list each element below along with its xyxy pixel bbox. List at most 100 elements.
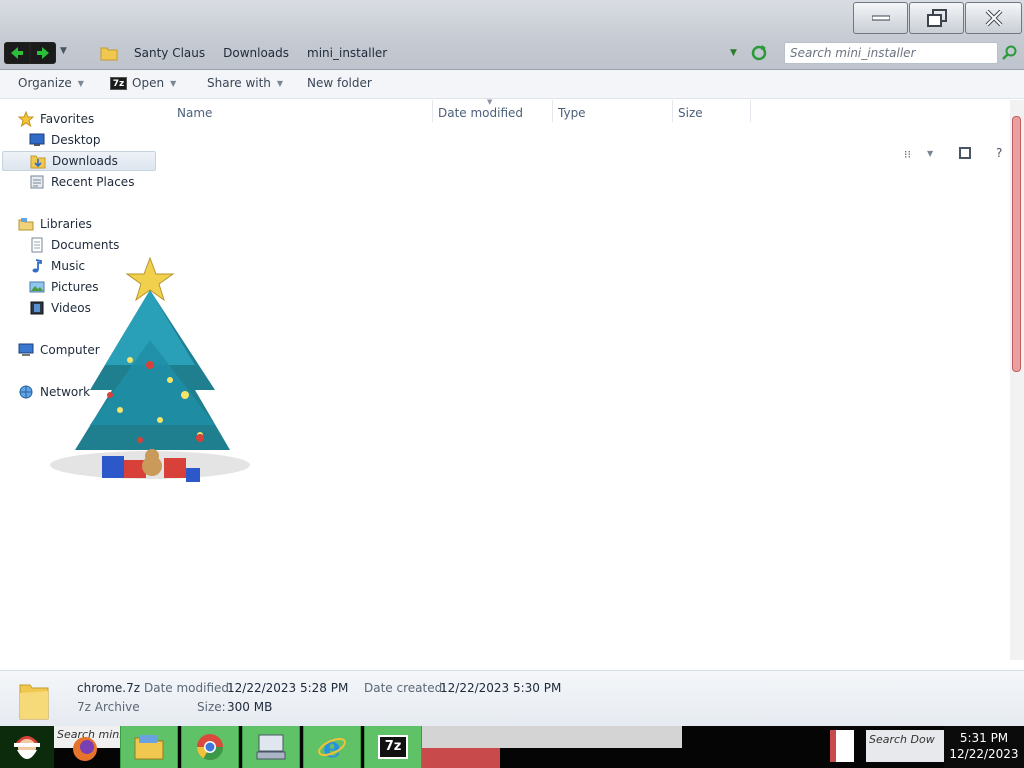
nav-recent-places[interactable]: Recent Places	[29, 172, 134, 192]
address-history-dropdown[interactable]: ▼	[730, 48, 737, 58]
svg-text:e: e	[323, 732, 341, 762]
breadcrumb-mini-installer[interactable]: mini_installer	[301, 43, 393, 63]
command-bar: Organize ▼ 7z Open ▼ Share with ▼ New folde…	[0, 70, 1024, 161]
forward-arrow-icon	[37, 47, 49, 59]
system-clock[interactable]: 5:31 PM 12/22/2023	[944, 726, 1024, 768]
nav-downloads[interactable]: Downloads	[2, 151, 156, 171]
column-divider[interactable]	[552, 100, 553, 122]
taskbar-empty-area	[422, 748, 500, 768]
refresh-icon[interactable]	[750, 44, 768, 62]
share-with-label: Share with	[207, 76, 271, 90]
share-with-button[interactable]: Share with ▼	[207, 76, 283, 90]
breadcrumb-downloads[interactable]: Downloads	[217, 43, 295, 63]
open-label: Open	[132, 76, 165, 90]
taskbar-internet-explorer[interactable]: e	[303, 726, 361, 768]
recent-pages-dropdown[interactable]: ▼	[60, 46, 72, 58]
back-button[interactable]	[4, 42, 30, 64]
sort-indicator-icon: ▼	[487, 98, 493, 106]
chevron-down-icon: ▼	[170, 78, 177, 88]
tray-item[interactable]	[830, 730, 854, 762]
archive-file-icon	[19, 684, 49, 720]
search-icon[interactable]	[1002, 45, 1018, 61]
vertical-scrollbar[interactable]	[1010, 100, 1024, 660]
firefox-icon[interactable]	[70, 734, 100, 764]
chrome-icon	[196, 734, 224, 761]
7z-icon: 7z	[378, 735, 408, 759]
scrollbar-thumb[interactable]	[1012, 116, 1021, 372]
taskbar: Search mini e 7z Search Dow 5:31 PM 12/2…	[0, 726, 1024, 768]
taskbar-explorer[interactable]	[120, 726, 178, 768]
date-created-value: 12/22/2023 5:30 PM	[440, 681, 562, 695]
organize-label: Organize	[18, 76, 72, 90]
chevron-down-icon: ▼	[276, 78, 284, 88]
forward-button[interactable]	[30, 42, 56, 64]
nav-label: Downloads	[52, 154, 118, 168]
taskbar-chrome[interactable]	[181, 726, 239, 768]
desktop-icon	[29, 133, 45, 146]
chevron-down-icon: ▼	[77, 78, 84, 88]
column-size[interactable]: Size	[678, 106, 703, 120]
column-divider[interactable]	[672, 100, 673, 122]
new-folder-button[interactable]: New folder	[307, 76, 372, 90]
search-input[interactable]: Search mini_installer	[784, 42, 998, 64]
view-options-dropdown[interactable]: ▼	[927, 149, 933, 158]
selected-file-name: chrome.7z	[77, 681, 141, 695]
7z-icon: 7z	[110, 76, 127, 90]
details-pane: chrome.7z 7z Archive Date modified: 12/2…	[0, 670, 1024, 726]
size-label: Size:	[197, 700, 226, 714]
nav-label: Libraries	[40, 217, 92, 231]
back-arrow-icon	[11, 47, 23, 59]
title-bar: ▼ Santy Claus Downloads mini_installer ▼…	[0, 0, 1024, 70]
navigation-buttons	[4, 42, 56, 64]
breadcrumb-santy-claus[interactable]: Santy Claus	[128, 43, 211, 63]
change-view-button[interactable]: ⁝⁝	[904, 148, 911, 161]
column-divider[interactable]	[750, 100, 751, 122]
nav-favorites[interactable]: Favorites	[18, 109, 94, 129]
start-button[interactable]	[0, 726, 54, 768]
taskbar-7zip[interactable]: 7z	[364, 726, 422, 768]
help-button[interactable]: ?	[996, 146, 1002, 160]
clock-time: 5:31 PM	[959, 731, 1009, 745]
close-button[interactable]	[965, 2, 1022, 34]
date-created-label: Date created:	[364, 681, 447, 695]
column-divider[interactable]	[432, 100, 433, 122]
nav-label: Favorites	[40, 112, 95, 126]
explorer-window: ▼ Santy Claus Downloads mini_installer ▼…	[0, 0, 1024, 726]
tray-search-input[interactable]: Search Dow	[866, 730, 944, 762]
open-button[interactable]: 7z Open ▼	[110, 76, 176, 90]
nav-desktop[interactable]: Desktop	[29, 130, 101, 150]
nav-label: Recent Places	[51, 175, 135, 189]
internet-explorer-icon: e	[318, 732, 346, 762]
file-list-header: Name Date modified Type Size	[160, 100, 1010, 124]
date-modified-label: Date modified:	[144, 681, 234, 695]
close-icon	[985, 10, 1002, 26]
restore-button[interactable]	[909, 2, 964, 34]
column-date-modified[interactable]: Date modified	[438, 106, 523, 120]
clock-date: 12/22/2023	[949, 747, 1019, 761]
recent-places-icon	[30, 175, 44, 189]
address-bar[interactable]: Santy Claus Downloads mini_installer	[94, 40, 774, 66]
restore-icon	[926, 9, 947, 27]
star-icon	[18, 111, 34, 127]
santa-start-icon	[14, 736, 40, 759]
taskbar-empty-area	[422, 726, 682, 748]
libraries-icon	[18, 218, 34, 231]
folder-icon	[134, 735, 164, 760]
new-folder-label: New folder	[307, 76, 372, 90]
preview-pane-button[interactable]	[959, 147, 971, 159]
column-type[interactable]: Type	[558, 106, 586, 120]
nav-label: Desktop	[51, 133, 101, 147]
column-name[interactable]: Name	[177, 106, 212, 120]
nav-libraries[interactable]: Libraries	[18, 214, 92, 234]
organize-button[interactable]: Organize ▼	[18, 76, 84, 90]
minimize-button[interactable]	[853, 2, 908, 34]
selected-file-type: 7z Archive	[77, 700, 140, 714]
downloads-folder-icon	[30, 155, 46, 169]
taskbar-keyboard-app[interactable]	[242, 726, 300, 768]
size-value: 300 MB	[227, 700, 273, 714]
date-modified-value: 12/22/2023 5:28 PM	[227, 681, 349, 695]
folder-icon	[100, 47, 118, 61]
minimize-icon	[871, 15, 890, 21]
keyboard-icon	[256, 734, 286, 760]
christmas-tree-image	[50, 256, 250, 482]
